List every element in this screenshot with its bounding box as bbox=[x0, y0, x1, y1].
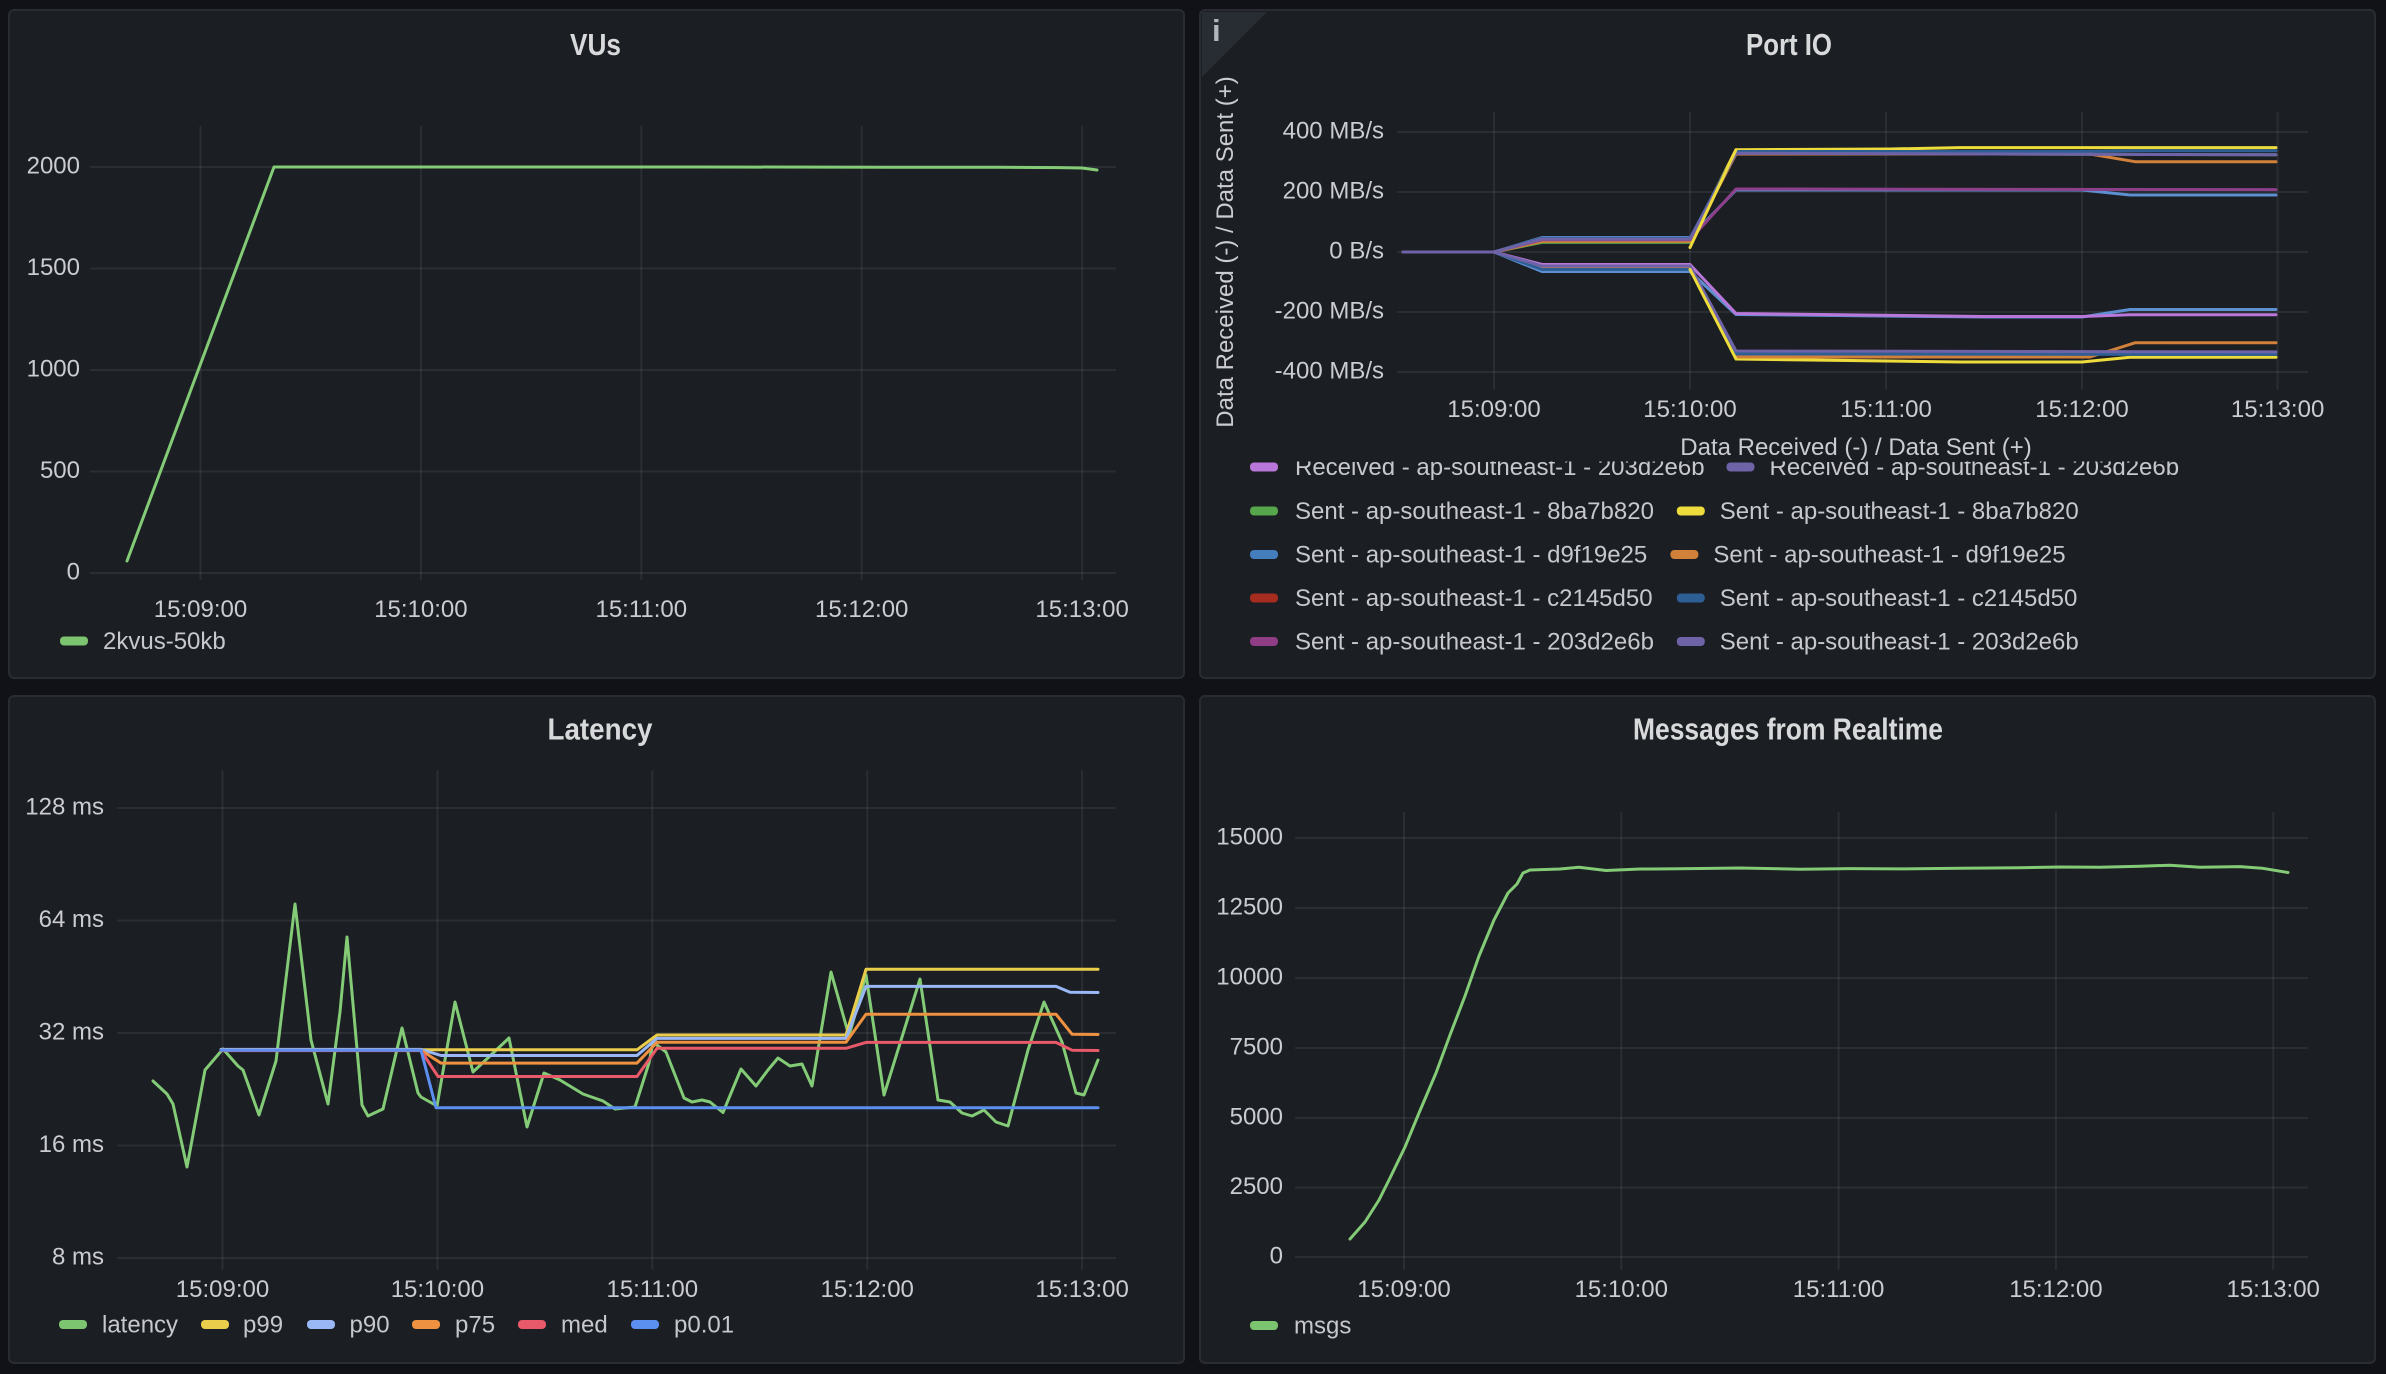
svg-text:15:13:00: 15:13:00 bbox=[1035, 1276, 1128, 1303]
svg-text:15:10:00: 15:10:00 bbox=[391, 1276, 484, 1303]
svg-text:8 ms: 8 ms bbox=[52, 1244, 104, 1271]
svg-text:15:10:00: 15:10:00 bbox=[1643, 396, 1736, 423]
svg-text:0: 0 bbox=[1270, 1243, 1283, 1270]
svg-text:15000: 15000 bbox=[1216, 824, 1283, 851]
svg-text:latency: latency bbox=[102, 1312, 178, 1339]
svg-text:15:11:00: 15:11:00 bbox=[595, 596, 687, 623]
svg-text:Data Received (-) / Data Sent: Data Received (-) / Data Sent (+) bbox=[1680, 434, 2031, 461]
svg-text:15:09:00: 15:09:00 bbox=[1357, 1276, 1450, 1303]
svg-text:15:09:00: 15:09:00 bbox=[154, 596, 247, 623]
svg-text:Sent - ap-southeast-1 - c2145d: Sent - ap-southeast-1 - c2145d50 bbox=[1720, 585, 2078, 612]
svg-text:15:12:00: 15:12:00 bbox=[820, 1276, 913, 1303]
svg-text:2000: 2000 bbox=[27, 153, 80, 180]
svg-text:200 MB/s: 200 MB/s bbox=[1283, 178, 1384, 205]
svg-text:Sent - ap-southeast-1 - c2145d: Sent - ap-southeast-1 - c2145d50 bbox=[1295, 585, 1653, 612]
svg-text:2kvus-50kb: 2kvus-50kb bbox=[103, 628, 226, 655]
svg-text:p75: p75 bbox=[455, 1312, 495, 1339]
svg-text:0 B/s: 0 B/s bbox=[1329, 238, 1384, 265]
svg-text:1500: 1500 bbox=[27, 254, 80, 281]
svg-text:p90: p90 bbox=[350, 1312, 390, 1339]
svg-text:128 ms: 128 ms bbox=[25, 794, 104, 821]
svg-text:i: i bbox=[1212, 13, 1221, 48]
svg-text:500: 500 bbox=[40, 457, 80, 484]
svg-text:2500: 2500 bbox=[1230, 1173, 1283, 1200]
svg-text:15:12:00: 15:12:00 bbox=[2035, 396, 2128, 423]
svg-text:0: 0 bbox=[67, 559, 80, 586]
svg-text:Sent - ap-southeast-1 - 8ba7b8: Sent - ap-southeast-1 - 8ba7b820 bbox=[1295, 498, 1654, 525]
svg-text:-400 MB/s: -400 MB/s bbox=[1275, 358, 1384, 385]
svg-text:p0.01: p0.01 bbox=[674, 1312, 734, 1339]
svg-text:Port IO: Port IO bbox=[1746, 27, 1832, 62]
svg-text:15:11:00: 15:11:00 bbox=[1793, 1276, 1885, 1303]
svg-text:Sent - ap-southeast-1 - 8ba7b8: Sent - ap-southeast-1 - 8ba7b820 bbox=[1720, 498, 2079, 525]
svg-text:5000: 5000 bbox=[1230, 1104, 1283, 1131]
svg-text:32 ms: 32 ms bbox=[39, 1019, 104, 1046]
svg-text:16 ms: 16 ms bbox=[39, 1131, 104, 1158]
svg-text:Data Received (-) / Data Sent: Data Received (-) / Data Sent (+) bbox=[1212, 76, 1239, 427]
svg-text:15:09:00: 15:09:00 bbox=[176, 1276, 269, 1303]
svg-text:Latency: Latency bbox=[548, 712, 654, 747]
svg-text:15:10:00: 15:10:00 bbox=[374, 596, 467, 623]
svg-text:12500: 12500 bbox=[1216, 894, 1283, 921]
svg-text:15:13:00: 15:13:00 bbox=[1035, 596, 1128, 623]
svg-text:Sent - ap-southeast-1 - 203d2e: Sent - ap-southeast-1 - 203d2e6b bbox=[1295, 629, 1654, 656]
svg-text:15:11:00: 15:11:00 bbox=[1840, 396, 1932, 423]
svg-text:-200 MB/s: -200 MB/s bbox=[1275, 298, 1384, 325]
svg-text:15:09:00: 15:09:00 bbox=[1447, 396, 1540, 423]
svg-text:7500: 7500 bbox=[1230, 1034, 1283, 1061]
svg-text:15:10:00: 15:10:00 bbox=[1575, 1276, 1668, 1303]
svg-text:Sent - ap-southeast-1 - 203d2e: Sent - ap-southeast-1 - 203d2e6b bbox=[1720, 629, 2079, 656]
svg-text:msgs: msgs bbox=[1294, 1313, 1351, 1340]
svg-text:15:12:00: 15:12:00 bbox=[2009, 1276, 2102, 1303]
svg-text:15:13:00: 15:13:00 bbox=[2231, 396, 2324, 423]
svg-text:64 ms: 64 ms bbox=[39, 906, 104, 933]
svg-text:10000: 10000 bbox=[1216, 964, 1283, 991]
svg-text:15:11:00: 15:11:00 bbox=[606, 1276, 698, 1303]
svg-text:1000: 1000 bbox=[27, 356, 80, 383]
svg-text:15:13:00: 15:13:00 bbox=[2226, 1276, 2319, 1303]
svg-text:15:12:00: 15:12:00 bbox=[815, 596, 908, 623]
svg-text:VUs: VUs bbox=[570, 27, 621, 62]
svg-text:p99: p99 bbox=[243, 1312, 283, 1339]
svg-text:Sent - ap-southeast-1 - d9f19e: Sent - ap-southeast-1 - d9f19e25 bbox=[1295, 542, 1647, 569]
svg-text:400 MB/s: 400 MB/s bbox=[1283, 118, 1384, 145]
svg-text:Messages from Realtime: Messages from Realtime bbox=[1633, 712, 1943, 747]
svg-text:Sent - ap-southeast-1 - d9f19e: Sent - ap-southeast-1 - d9f19e25 bbox=[1713, 542, 2065, 569]
svg-text:med: med bbox=[561, 1312, 608, 1339]
